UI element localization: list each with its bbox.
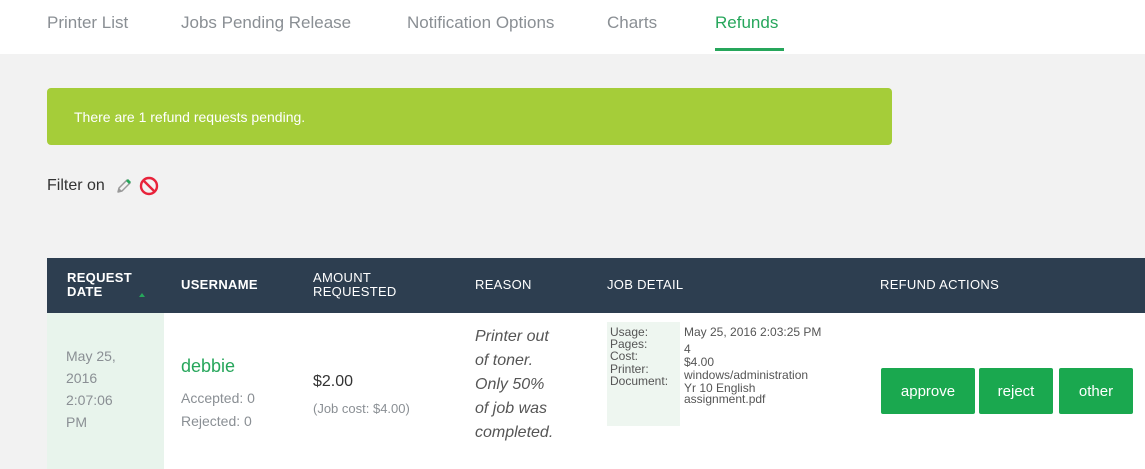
active-tab-indicator bbox=[715, 48, 784, 51]
detail-printer: windows/administration bbox=[684, 368, 809, 382]
job-detail-labels: Usage: Pages: Cost: Printer: Document: bbox=[607, 322, 680, 426]
approve-button[interactable]: approve bbox=[881, 368, 975, 414]
tab-charts[interactable]: Charts bbox=[607, 13, 657, 33]
detail-label-cost: Cost: bbox=[610, 349, 639, 363]
request-date-cell: May 25, 2016 2:07:06 PM bbox=[47, 313, 164, 469]
detail-document-line2: assignment.pdf bbox=[684, 392, 766, 406]
header-request-date[interactable]: REQUEST DATE bbox=[67, 271, 132, 299]
tab-printer-list[interactable]: Printer List bbox=[47, 13, 128, 33]
tab-bar: Printer List Jobs Pending Release Notifi… bbox=[0, 0, 1145, 54]
tab-notification-options[interactable]: Notification Options bbox=[407, 13, 554, 33]
accepted-count: Accepted: 0 bbox=[181, 390, 255, 406]
pending-alert: There are 1 refund requests pending. bbox=[47, 88, 892, 145]
request-date: May 25, 2016 2:07:06 PM bbox=[66, 348, 116, 430]
filter-bar: Filter on bbox=[47, 174, 163, 198]
refund-reason: Printer out of toner. Only 50% of job wa… bbox=[475, 328, 554, 441]
detail-cost: $4.00 bbox=[684, 355, 715, 369]
alert-text: There are 1 refund requests pending. bbox=[74, 109, 306, 125]
header-job-detail[interactable]: JOB DETAIL bbox=[607, 278, 683, 292]
username-link[interactable]: debbie bbox=[181, 356, 235, 377]
header-amount-requested[interactable]: AMOUNT REQUESTED bbox=[313, 271, 397, 299]
clear-filter-icon[interactable] bbox=[138, 175, 160, 197]
other-button[interactable]: other bbox=[1059, 368, 1133, 414]
detail-pages: 4 bbox=[684, 342, 691, 356]
refund-table: REQUEST DATE USERNAME AMOUNT REQUESTED R… bbox=[47, 258, 1145, 469]
amount-requested: $2.00 bbox=[313, 373, 354, 390]
rejected-count: Rejected: 0 bbox=[181, 413, 252, 429]
filter-label: Filter on bbox=[47, 177, 105, 194]
table-header: REQUEST DATE USERNAME AMOUNT REQUESTED R… bbox=[47, 258, 1145, 313]
header-reason[interactable]: REASON bbox=[475, 278, 532, 292]
main-content: There are 1 refund requests pending. Fil… bbox=[0, 54, 1145, 469]
pencil-icon[interactable] bbox=[113, 175, 135, 197]
detail-usage: May 25, 2016 2:03:25 PM bbox=[684, 325, 822, 339]
tab-refunds[interactable]: Refunds bbox=[715, 13, 778, 33]
header-refund-actions: REFUND ACTIONS bbox=[880, 277, 1000, 292]
tab-jobs-pending-release[interactable]: Jobs Pending Release bbox=[181, 13, 351, 33]
detail-label-document: Document: bbox=[610, 374, 669, 388]
header-username[interactable]: USERNAME bbox=[181, 278, 258, 292]
job-cost: (Job cost: $4.00) bbox=[313, 401, 410, 416]
reject-button[interactable]: reject bbox=[979, 368, 1053, 414]
sort-ascending-icon bbox=[139, 293, 145, 297]
